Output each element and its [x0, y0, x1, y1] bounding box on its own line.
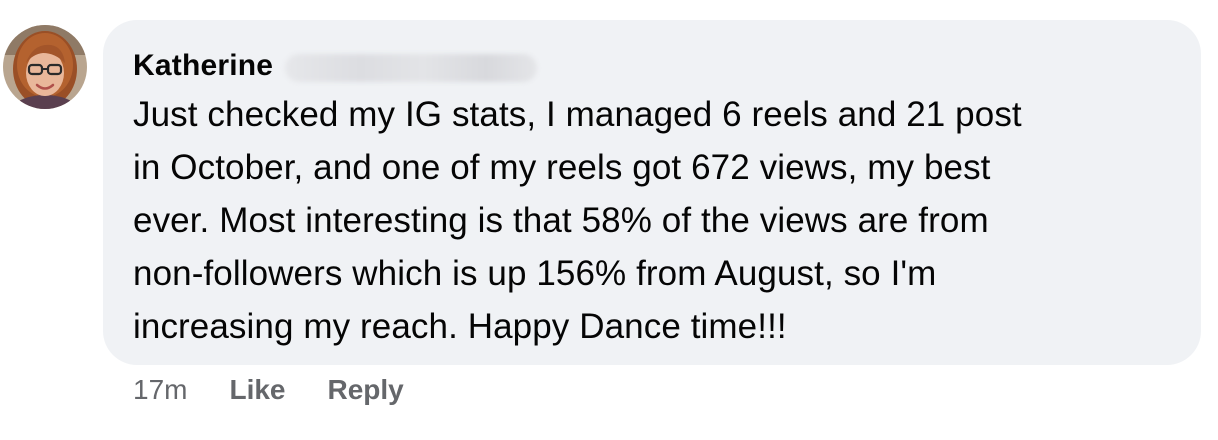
like-button[interactable]: Like	[229, 374, 285, 406]
profile-photo-icon	[3, 25, 87, 109]
comment-text: Just checked my IG stats, I managed 6 re…	[133, 95, 1022, 346]
reply-button[interactable]: Reply	[328, 374, 404, 406]
timestamp[interactable]: 17m	[133, 374, 187, 406]
avatar[interactable]	[3, 25, 87, 109]
author-name[interactable]: Katherine	[133, 49, 273, 83]
comment: Katherine Just checked my IG stats, I ma…	[0, 0, 1218, 440]
author-row: Katherine	[133, 46, 1171, 86]
redacted-surname	[285, 54, 538, 82]
comment-actions: 17m Like Reply	[133, 370, 404, 410]
comment-bubble: Katherine Just checked my IG stats, I ma…	[103, 20, 1201, 365]
